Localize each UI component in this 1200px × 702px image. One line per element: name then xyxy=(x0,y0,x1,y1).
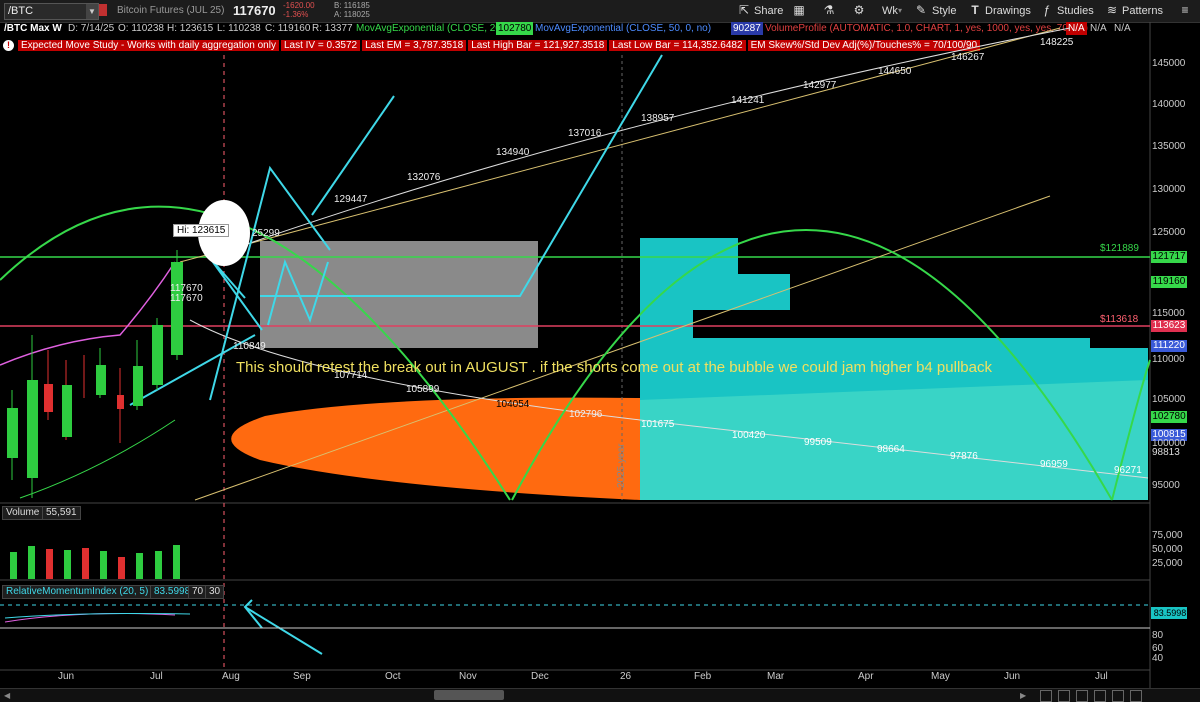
settings-icon[interactable] xyxy=(1130,690,1142,702)
volume-profile-area-light xyxy=(640,380,1148,500)
fib-label: 97876 xyxy=(950,451,978,462)
fib-label: 146267 xyxy=(951,52,985,63)
fib-label: 141241 xyxy=(731,95,765,106)
volume-axis-label: 75,000 xyxy=(1152,530,1183,541)
scroll-left-icon[interactable]: ◀ xyxy=(4,691,14,700)
price-tag-113623: 113623 xyxy=(1152,320,1186,331)
high-label: Hi: 123615 xyxy=(173,224,230,237)
fib-curve-upper xyxy=(229,27,1071,251)
fib-label: 98664 xyxy=(877,444,905,455)
time-axis-label: 26 xyxy=(620,671,632,682)
time-axis-label: Feb xyxy=(694,671,712,682)
projection-path[interactable] xyxy=(209,257,263,331)
time-axis-label: Jul xyxy=(150,671,163,682)
price-tag-100815: 100815 xyxy=(1152,429,1186,440)
fib-label: 105899 xyxy=(406,384,440,395)
green-level-label: $121889 xyxy=(1100,243,1139,254)
scrollbar-thumb[interactable] xyxy=(434,690,504,700)
price-axis-label: 125000 xyxy=(1152,227,1186,238)
price-tag-102780: 102780 xyxy=(1152,411,1186,422)
rmi-axis-label: 80 xyxy=(1152,630,1164,641)
price-tag-98813: 98813 xyxy=(1152,447,1180,458)
ema-slow-line xyxy=(19,419,176,499)
zoom-in-icon[interactable] xyxy=(1058,690,1070,702)
expand-icon[interactable] xyxy=(1112,690,1124,702)
bar-label: 25299 xyxy=(252,228,280,239)
fib-label: 99509 xyxy=(804,437,832,448)
rmi-tag-label: 83.5998 xyxy=(1153,608,1187,618)
price-axis-label: 115000 xyxy=(1152,308,1185,319)
volume-panel-label[interactable]: Volume xyxy=(2,506,44,520)
time-axis-label: May xyxy=(931,671,950,682)
fib-label: 102796 xyxy=(569,409,603,420)
price-axis-label: 135000 xyxy=(1152,141,1186,152)
year-label: 2025 year xyxy=(616,443,627,488)
fib-label: 142977 xyxy=(803,80,837,91)
fib-label: 101675 xyxy=(641,419,675,430)
time-axis-label: Aug xyxy=(222,671,240,682)
price-tag-121717: 121717 xyxy=(1152,251,1186,262)
time-axis-label: Mar xyxy=(767,671,785,682)
time-axis-label: Jun xyxy=(1004,671,1021,682)
price-tag-111220: 111220 xyxy=(1153,340,1185,351)
rmi-panel-label[interactable]: RelativeMomentumIndex (20, 5) xyxy=(2,585,153,599)
rmi-os: 30 xyxy=(205,585,225,599)
volume-value: 55,591 xyxy=(42,506,81,520)
price-axis-label: 95000 xyxy=(1152,480,1180,491)
fib-label: 104054 xyxy=(496,399,530,410)
fib-label: 137016 xyxy=(568,128,602,139)
ema-line xyxy=(0,261,176,366)
fib-label: 100420 xyxy=(732,430,766,441)
price-axis-label: 105000 xyxy=(1152,394,1186,405)
price-axis-label: 130000 xyxy=(1152,184,1186,195)
fib-label: 132076 xyxy=(407,172,441,183)
fib-label: 110849 xyxy=(233,341,266,352)
chart-annotation[interactable]: This should retest the break out in AUGU… xyxy=(236,359,992,376)
volume-bars xyxy=(10,545,180,579)
fib-label: 134940 xyxy=(496,147,530,158)
rmi-axis-label: 40 xyxy=(1152,653,1164,664)
fib-label: 96959 xyxy=(1040,459,1068,470)
zoom-out-icon[interactable] xyxy=(1040,690,1052,702)
price-axis-label: 110000 xyxy=(1152,354,1185,365)
volume-axis-label: 50,000 xyxy=(1152,544,1183,555)
price-tag-119160: 119160 xyxy=(1152,276,1186,287)
fib-label: 138957 xyxy=(641,113,675,124)
time-axis-label: Apr xyxy=(858,671,874,682)
bar-label: 117670 xyxy=(170,293,203,304)
time-axis-label: Nov xyxy=(459,671,477,682)
reset-icon[interactable] xyxy=(1094,690,1106,702)
fit-icon[interactable] xyxy=(1076,690,1088,702)
fib-label: 129447 xyxy=(334,194,368,205)
rmi-signal xyxy=(4,613,176,623)
fib-label: 148225 xyxy=(1040,37,1074,48)
arrow-line[interactable] xyxy=(244,606,323,655)
red-level-label: $113618 xyxy=(1100,314,1139,325)
chart-scrollbar[interactable]: ◀ ▶ xyxy=(0,688,1200,702)
scroll-right-icon[interactable]: ▶ xyxy=(1020,691,1030,700)
time-axis-label: Jul xyxy=(1095,671,1108,682)
fib-label: 96271 xyxy=(1114,465,1142,476)
price-axis-label: 145000 xyxy=(1152,58,1186,69)
arrow-head xyxy=(243,599,263,629)
time-axis-label: Dec xyxy=(531,671,549,682)
time-axis[interactable]: Jun Jul Aug Sep Oct Nov Dec 26 Feb Mar A… xyxy=(0,671,1150,687)
fib-label: 144650 xyxy=(878,66,912,77)
volume-label: Volume xyxy=(6,507,40,518)
time-axis-label: Oct xyxy=(385,671,401,682)
volume-axis-label: 25,000 xyxy=(1152,558,1183,569)
price-axis-label: 140000 xyxy=(1152,99,1186,110)
candles[interactable] xyxy=(7,250,183,498)
time-axis-label: Jun xyxy=(58,671,75,682)
time-axis-label: Sep xyxy=(293,671,311,682)
